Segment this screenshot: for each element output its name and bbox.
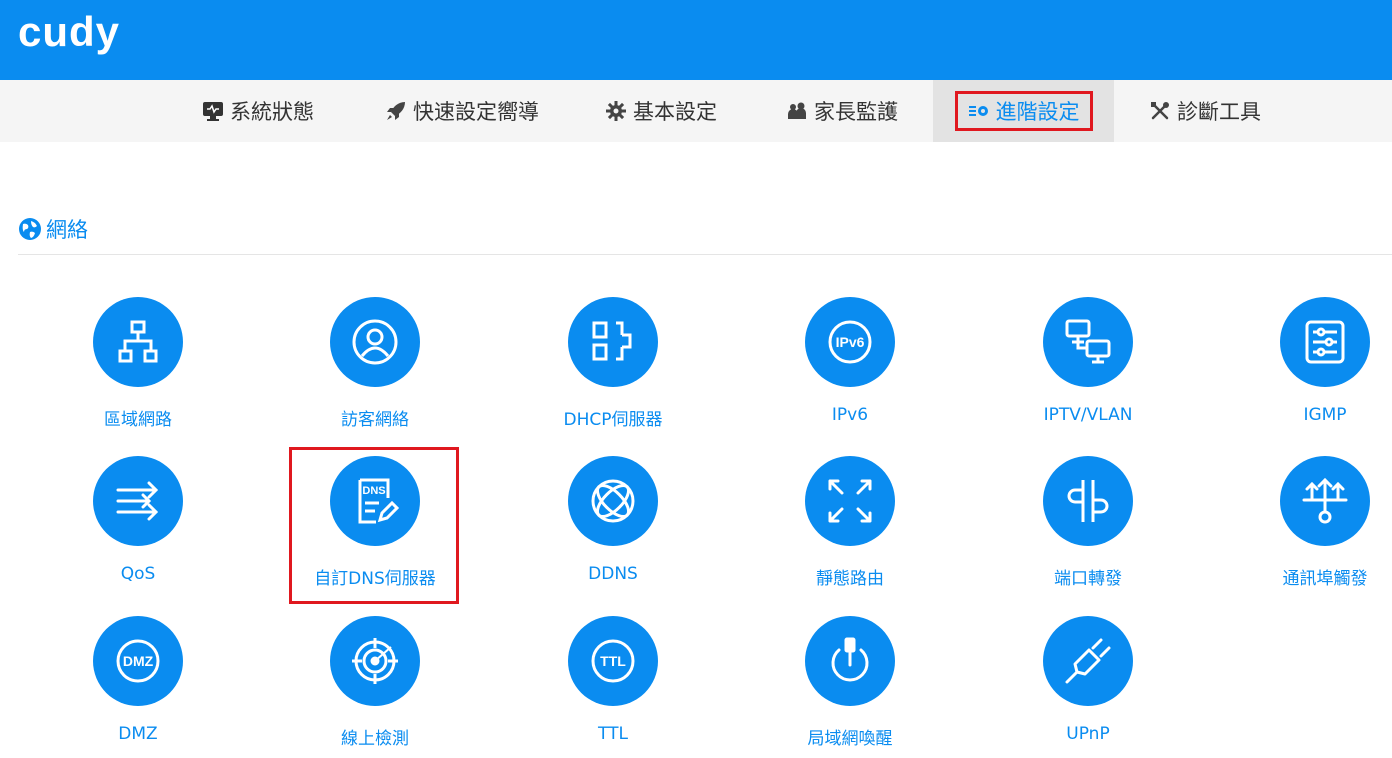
tile-label: 線上檢測 [341,729,409,749]
tile-online-detection[interactable]: 線上檢測 [285,616,465,749]
nav-label: 基本設定 [633,100,717,124]
igmp-icon [1305,320,1345,364]
tools-icon [1149,100,1171,122]
nav-system-status[interactable]: 系統狀態 [190,80,326,142]
ddns-icon [591,479,635,523]
nav-quick-setup[interactable]: 快速設定嚮導 [372,80,552,142]
tile-label: 端口轉發 [1054,569,1122,589]
nav-label: 系統狀態 [230,100,314,124]
online-detect-icon [352,638,398,684]
tile-label: DMZ [118,724,158,744]
nav-label: 快速設定嚮導 [413,100,539,124]
tile-label: IGMP [1303,405,1347,425]
nav-basic-settings[interactable]: 基本設定 [596,80,726,142]
top-header: cudy [0,0,1392,80]
svg-text:IPv6: IPv6 [836,334,865,350]
dmz-icon: DMZ [116,639,160,683]
tile-port-forwarding[interactable]: 端口轉發 [998,456,1178,589]
tile-label: 訪客網絡 [341,410,409,430]
nav-advanced-settings[interactable]: 進階設定 [933,80,1114,142]
active-nav-highlight: 進階設定 [954,91,1093,131]
main-nav: 系統狀態 快速設定嚮導 基本設定 家長監護 進階設定 診斷工具 [0,80,1392,142]
section-divider [18,254,1392,255]
tile-static-route[interactable]: 靜態路由 [760,456,940,589]
tile-iptv-vlan[interactable]: IPTV/VLAN [998,297,1178,425]
nav-label: 進階設定 [995,100,1080,124]
svg-text:DMZ: DMZ [123,653,154,669]
tile-label: DHCP伺服器 [563,410,663,430]
tile-label: DDNS [588,564,638,584]
upnp-icon [1065,638,1111,684]
tile-label: 通訊埠觸發 [1282,569,1368,589]
guest-icon [352,319,398,365]
nav-parental-control[interactable]: 家長監護 [776,80,908,142]
iptv-icon [1065,319,1111,364]
svg-text:TTL: TTL [600,653,626,669]
tile-ddns[interactable]: DDNS [523,456,703,584]
lan-icon [118,320,158,363]
tile-wake-on-lan[interactable]: 局域網喚醒 [760,616,940,749]
nav-label: 家長監護 [814,100,898,124]
nav-diagnostic-tools[interactable]: 診斷工具 [1140,80,1270,142]
tile-port-triggering[interactable]: 通訊埠觸發 [1235,456,1392,589]
tile-ipv6[interactable]: IPv6 IPv6 [760,297,940,425]
tile-igmp[interactable]: IGMP [1235,297,1392,425]
users-icon [786,100,808,122]
globe-icon [18,217,42,241]
ttl-icon: TTL [591,639,635,683]
tile-dhcp-server[interactable]: DHCP伺服器 [523,297,703,430]
port-trigger-icon [1302,477,1348,524]
tile-upnp[interactable]: UPnP [998,616,1178,744]
tile-label: 局域網喚醒 [807,729,893,749]
tile-label: IPv6 [831,405,869,425]
tile-label: 靜態路由 [816,569,884,589]
ipv6-icon: IPv6 [828,320,872,364]
gear-icon [605,100,627,122]
section-title: 網絡 [18,214,88,244]
tile-qos[interactable]: QoS [48,456,228,584]
wol-icon [831,637,869,682]
tile-guest-network[interactable]: 訪客網絡 [285,297,465,430]
tile-label: UPnP [1066,724,1110,744]
tile-label: 區域網路 [104,410,172,430]
monitor-icon [202,100,224,122]
advanced-settings-icon [968,100,990,122]
highlight-box-custom-dns [289,447,459,604]
cudy-logo[interactable]: cudy [18,8,120,56]
port-forward-icon [1067,480,1109,522]
tile-dmz[interactable]: DMZ DMZ [48,616,228,744]
tile-label: QoS [120,564,156,584]
tile-ttl[interactable]: TTL TTL [523,616,703,744]
nav-label: 診斷工具 [1177,100,1261,124]
tile-lan[interactable]: 區域網路 [48,297,228,430]
static-route-icon [828,479,872,523]
qos-icon [116,481,159,521]
section-title-text: 網絡 [46,218,88,242]
tile-label: IPTV/VLAN [1043,405,1133,425]
tile-label: TTL [598,724,628,744]
dhcp-icon [592,321,632,361]
rocket-icon [385,100,407,122]
